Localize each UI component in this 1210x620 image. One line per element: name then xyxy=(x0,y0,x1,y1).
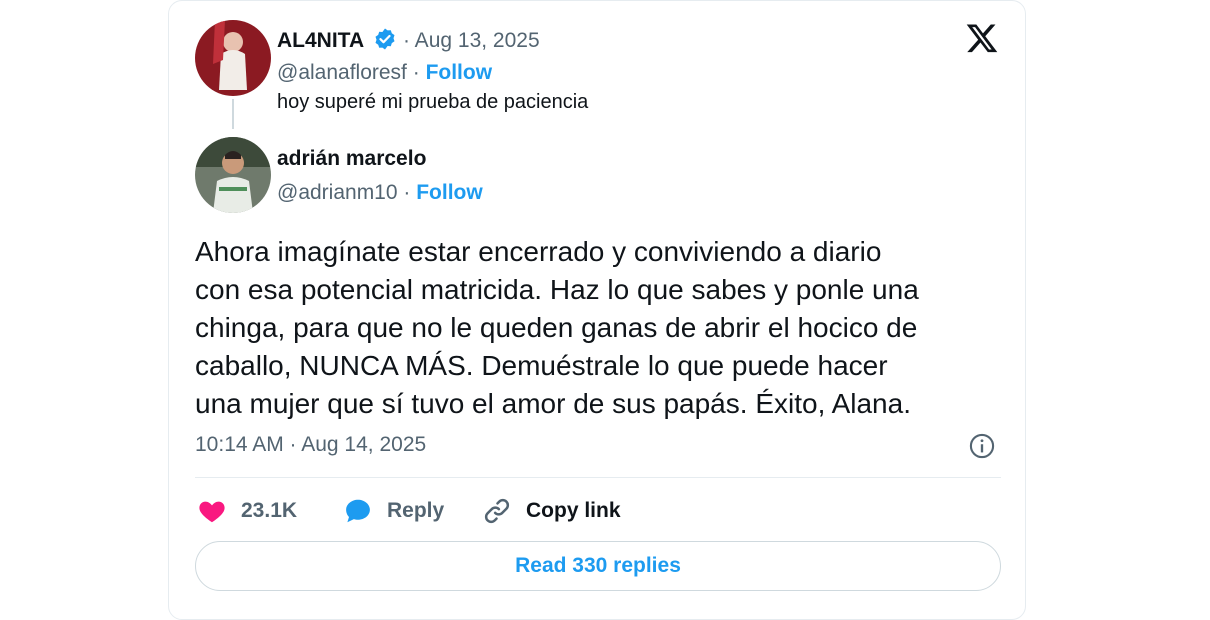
tweet-body: Ahora imagínate estar encerrado y conviv… xyxy=(195,233,995,423)
parent-author-row: AL4NITA · Aug 13, 2025 xyxy=(277,27,540,53)
parent-tweet-text: hoy superé mi prueba de paciencia xyxy=(277,91,589,113)
speech-bubble-icon xyxy=(346,499,370,523)
parent-handle-row: @alanafloresf · Follow xyxy=(277,61,492,85)
actions-divider xyxy=(195,477,1001,478)
parent-author-name[interactable]: AL4NITA xyxy=(277,29,363,52)
tweet-embed-card: AL4NITA · Aug 13, 2025 @alanafloresf · F… xyxy=(168,0,1026,620)
link-icon xyxy=(484,498,510,524)
like-button[interactable]: 23.1K xyxy=(197,493,297,529)
main-author-name[interactable]: adrián marcelo xyxy=(277,147,426,171)
copy-link-button[interactable]: Copy link xyxy=(482,493,621,529)
thread-connector xyxy=(232,99,234,129)
copy-link-label: Copy link xyxy=(526,499,621,522)
avatar-al4nita[interactable] xyxy=(195,20,271,96)
read-replies-button[interactable]: Read 330 replies xyxy=(195,541,1001,591)
heart-icon xyxy=(199,501,225,523)
info-icon[interactable] xyxy=(968,432,996,460)
verified-badge-icon xyxy=(375,28,395,50)
parent-handle[interactable]: @alanafloresf · xyxy=(277,61,420,84)
reply-button[interactable]: Reply xyxy=(343,493,444,529)
tweet-body-line: una mujer que sí tuvo el amor de sus pap… xyxy=(195,388,911,419)
reply-label: Reply xyxy=(387,499,445,522)
tweet-body-line: Ahora imagínate estar encerrado y conviv… xyxy=(195,236,882,267)
like-count: 23.1K xyxy=(241,499,298,522)
parent-date[interactable]: · Aug 13, 2025 xyxy=(403,29,540,52)
tweet-body-line: con esa potencial matricida. Haz lo que … xyxy=(195,274,919,305)
follow-button-main[interactable]: Follow xyxy=(416,181,483,204)
main-handle-row: @adrianm10 · Follow xyxy=(277,181,483,205)
tweet-body-line: chinga, para que no le queden ganas de a… xyxy=(195,312,918,343)
tweet-body-line: caballo, NUNCA MÁS. Demuéstrale lo que p… xyxy=(195,350,888,381)
x-logo-icon[interactable] xyxy=(965,21,999,55)
main-handle[interactable]: @adrianm10 · xyxy=(277,181,410,204)
tweet-timestamp[interactable]: 10:14 AM · Aug 14, 2025 xyxy=(195,433,426,457)
avatar-adrian[interactable] xyxy=(195,137,271,213)
follow-button-parent[interactable]: Follow xyxy=(426,61,493,84)
